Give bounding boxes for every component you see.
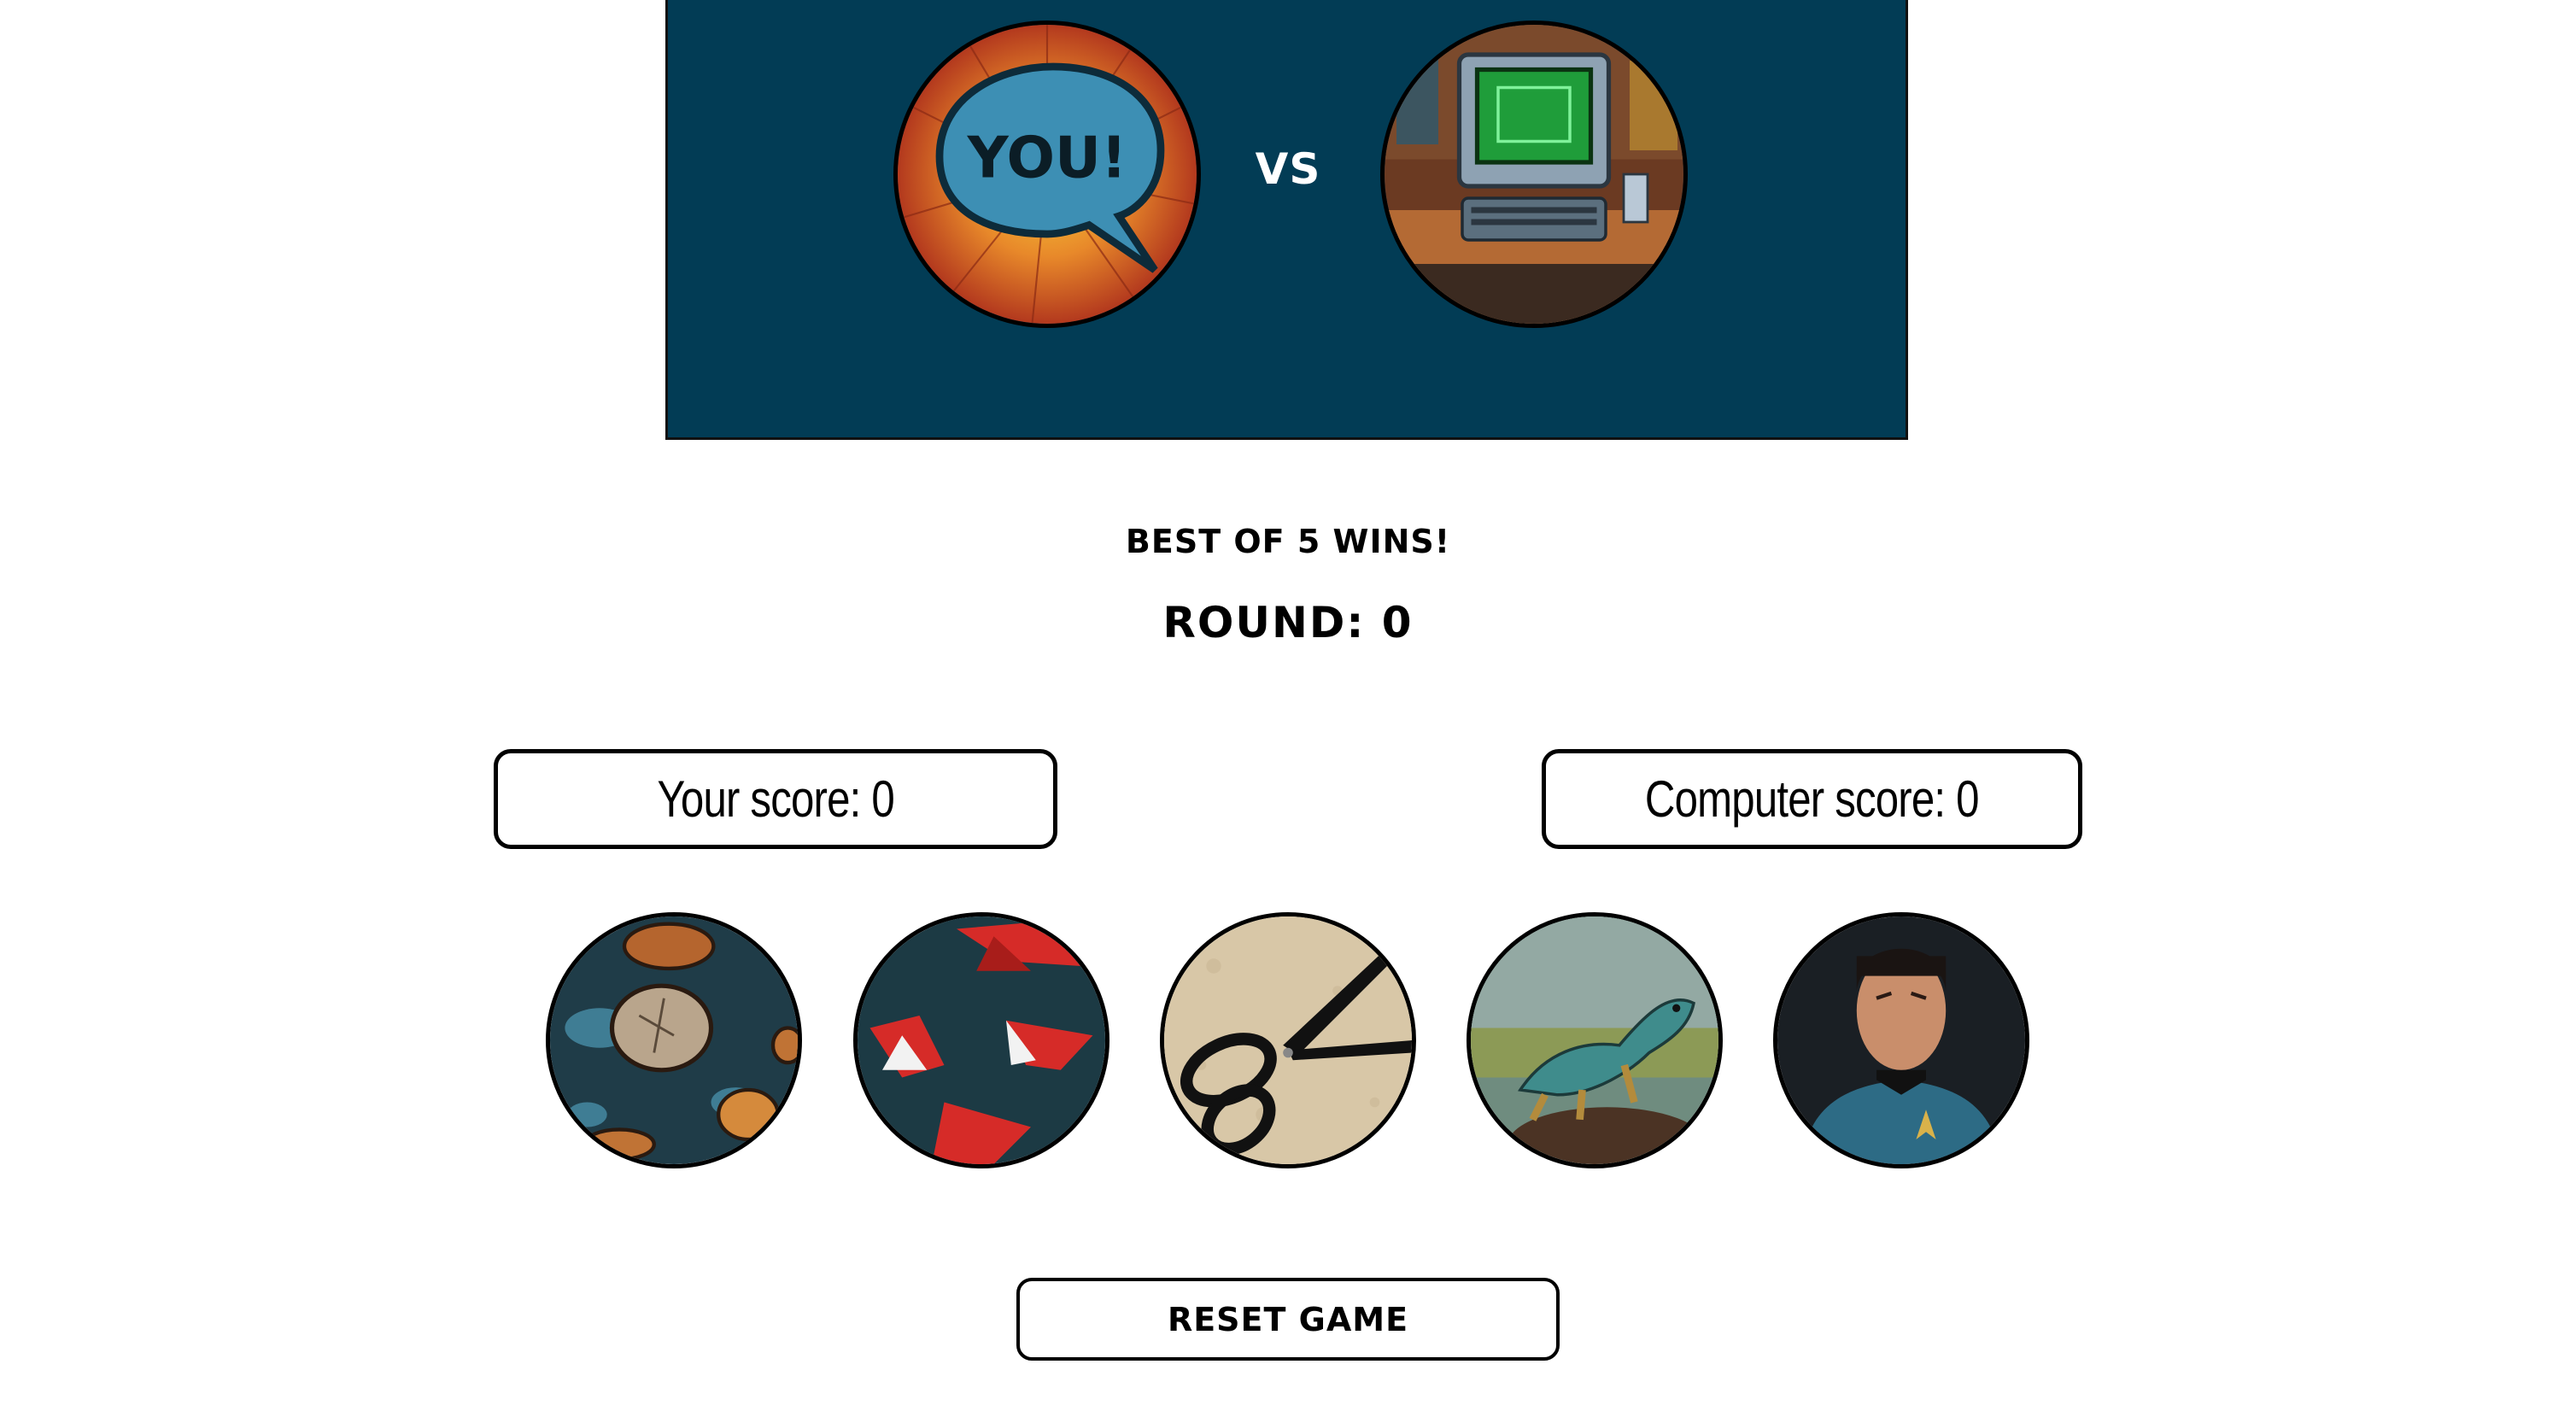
lizard-choice-button[interactable] [1467, 912, 1723, 1168]
versus-banner: YOU! VS [665, 0, 1908, 440]
computer-score-label: Computer score: 0 [1645, 770, 1980, 828]
reset-game-button[interactable]: RESET GAME [1016, 1278, 1560, 1361]
player-score-label: Your score: 0 [657, 770, 894, 828]
scissors-choice-button[interactable] [1160, 912, 1416, 1168]
rock-icon [550, 916, 798, 1164]
scissors-icon [1164, 916, 1412, 1164]
vs-label: VS [1255, 144, 1321, 194]
paper-icon [858, 916, 1105, 1164]
retro-computer-icon [1385, 25, 1683, 324]
rock-choice-button[interactable] [546, 912, 802, 1168]
spock-icon [1777, 916, 2025, 1164]
lizard-icon [1471, 916, 1718, 1164]
player-avatar: YOU! [893, 20, 1201, 328]
you-lettering: YOU! [967, 125, 1127, 191]
paper-choice-button[interactable] [853, 912, 1109, 1168]
round-counter: ROUND: 0 [1162, 598, 1414, 647]
game-subtitle: BEST OF 5 WINS! [1125, 523, 1451, 560]
player-score-box: Your score: 0 [494, 749, 1057, 849]
computer-score-box: Computer score: 0 [1542, 749, 2082, 849]
spock-choice-button[interactable] [1773, 912, 2029, 1168]
computer-avatar [1380, 20, 1688, 328]
you-speech-bubble-icon: YOU! [898, 25, 1197, 324]
